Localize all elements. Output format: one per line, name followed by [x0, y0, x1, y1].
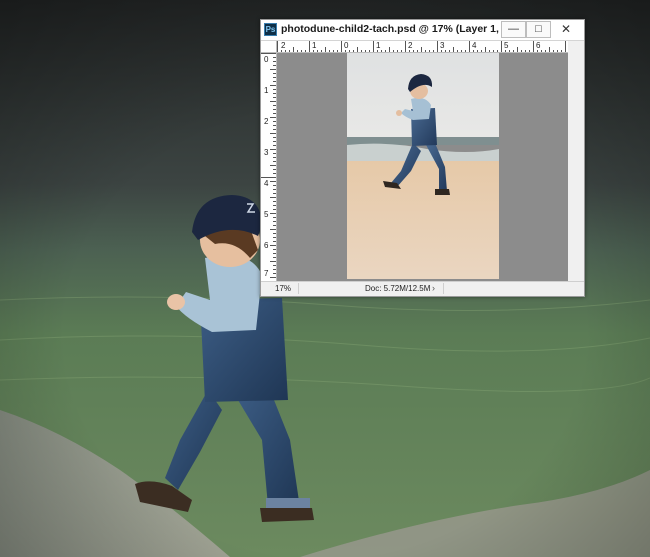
horizontal-ruler[interactable]: 2 1 0 1 2 3 4 5 6 [277, 41, 568, 53]
ruler-h-label: 2 [281, 41, 286, 50]
ruler-v-label: 3 [264, 148, 269, 157]
ruler-v-label: 6 [264, 241, 269, 250]
ruler-h-label: 2 [408, 41, 413, 50]
status-bar: 17% Doc: 5.72M/12.5M › [261, 281, 584, 296]
ruler-h-label: 1 [376, 41, 381, 50]
document-size-info: Doc: 5.72M/12.5M [365, 284, 431, 293]
ruler-h-label: 3 [440, 41, 445, 50]
ruler-h-label: 4 [472, 41, 477, 50]
status-menu-arrow-icon[interactable]: › [432, 282, 435, 294]
ruler-v-label: 0 [264, 55, 269, 64]
photoshop-app-icon: Ps [264, 23, 277, 36]
ruler-v-label: 7 [264, 269, 269, 278]
ruler-origin[interactable] [261, 41, 277, 53]
ruler-h-label: 5 [504, 41, 509, 50]
close-button[interactable]: ✕ [551, 21, 581, 38]
document-window[interactable]: Ps photodune-child2-tach.psd @ 17% (Laye… [260, 19, 585, 297]
ruler-v-label: 4 [264, 179, 269, 188]
ruler-v-label: 5 [264, 210, 269, 219]
minimize-icon: — [508, 23, 519, 35]
close-icon: ✕ [560, 22, 572, 36]
window-titlebar[interactable]: Ps photodune-child2-tach.psd @ 17% (Laye… [261, 20, 584, 41]
vertical-ruler[interactable]: 0 1 2 3 4 5 6 7 [261, 53, 277, 281]
maximize-button[interactable]: □ [526, 21, 551, 38]
document-canvas[interactable] [277, 53, 568, 281]
ruler-h-label: 6 [536, 41, 541, 50]
ruler-v-label: 2 [264, 117, 269, 126]
document-image [347, 53, 499, 279]
minimize-button[interactable]: — [501, 21, 526, 38]
ruler-h-label: 0 [344, 41, 349, 50]
vertical-scrollbar[interactable] [568, 41, 584, 281]
ruler-h-label: 1 [312, 41, 317, 50]
zoom-level-field[interactable]: 17% [263, 283, 299, 294]
ruler-v-label: 1 [264, 86, 269, 95]
horizontal-ruler-ticks [277, 41, 566, 52]
maximize-icon: □ [535, 23, 542, 35]
horizontal-scrollbar[interactable] [443, 283, 570, 294]
